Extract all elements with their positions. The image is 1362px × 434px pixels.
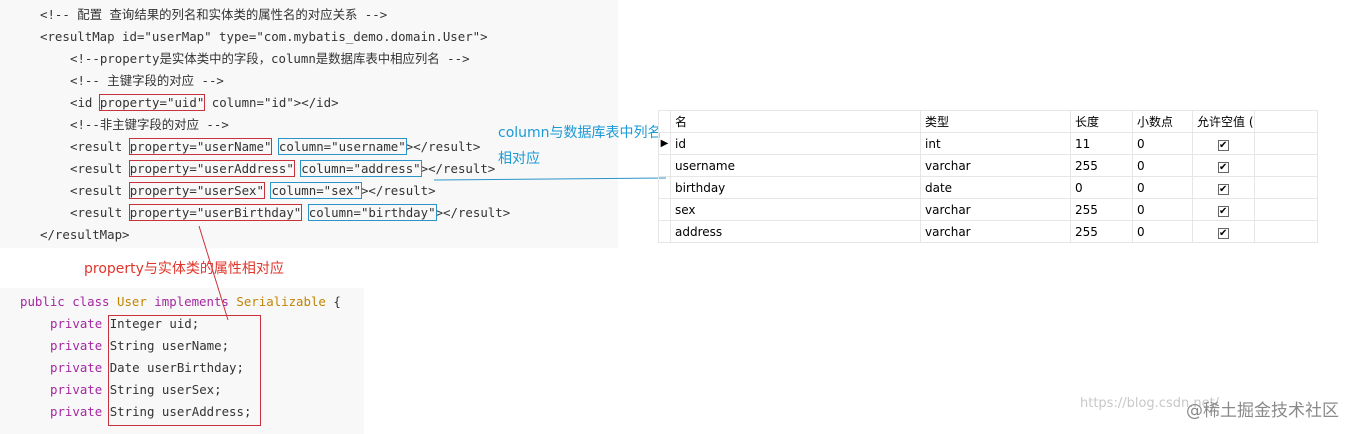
field-length-cell[interactable]: 0 — [1070, 176, 1133, 199]
column-header-nullable[interactable]: 允许空值 ( — [1192, 110, 1255, 133]
nullable-checkbox[interactable]: ✔ — [1217, 205, 1229, 217]
nullable-checkbox[interactable]: ✔ — [1217, 227, 1229, 239]
xml-id-suffix: column="id"></id> — [204, 95, 339, 110]
field-nullable-cell[interactable]: ✔ — [1192, 220, 1255, 243]
xml-result-property: property="userSex" — [128, 182, 265, 199]
filler-cell — [1254, 132, 1318, 155]
xml-result-property: property="userAddress" — [128, 160, 295, 177]
nullable-checkbox[interactable]: ✔ — [1217, 183, 1229, 195]
table-row[interactable]: birthday date 0 0 ✔ — [658, 176, 1318, 199]
column-header-name[interactable]: 名 — [670, 110, 921, 133]
field-nullable-cell[interactable]: ✔ — [1192, 132, 1255, 155]
field-nullable-cell[interactable]: ✔ — [1192, 154, 1255, 177]
column-header-type[interactable]: 类型 — [920, 110, 1071, 133]
field-decimals-cell[interactable]: 0 — [1132, 198, 1193, 221]
field-type-cell[interactable]: varchar — [920, 154, 1071, 177]
java-private-keyword: private — [50, 382, 103, 397]
xml-result-line: <result property="userName" column="user… — [70, 136, 480, 158]
field-decimals-cell[interactable]: 0 — [1132, 220, 1193, 243]
xml-result-column: column="sex" — [270, 182, 362, 199]
filler-cell — [1254, 154, 1318, 177]
java-open-brace: { — [325, 294, 341, 309]
nullable-checkbox[interactable]: ✔ — [1217, 139, 1229, 151]
field-name-cell[interactable]: id — [670, 132, 921, 155]
table-row[interactable]: address varchar 255 0 ✔ — [658, 220, 1318, 243]
java-private-keyword: private — [50, 316, 103, 331]
field-length-cell[interactable]: 255 — [1070, 154, 1133, 177]
java-implements-keyword: implements — [146, 294, 237, 309]
field-type-cell[interactable]: varchar — [920, 198, 1071, 221]
xml-id-line: <id property="uid" column="id"></id> — [70, 92, 339, 114]
filler-cell — [1254, 220, 1318, 243]
xml-comment-mapping: <!-- 配置 查询结果的列名和实体类的属性名的对应关系 --> — [40, 7, 388, 22]
nullable-checkbox[interactable]: ✔ — [1217, 161, 1229, 173]
filler-cell — [1254, 198, 1318, 221]
xml-result-prefix: <result — [70, 183, 130, 198]
xml-result-line: <result property="userBirthday" column="… — [70, 202, 510, 224]
java-private-keyword: private — [50, 338, 103, 353]
watermark-brand: @稀土掘金技术社区 — [1186, 401, 1339, 421]
column-header-length[interactable]: 长度 — [1070, 110, 1133, 133]
xml-result-suffix: ></result> — [405, 139, 481, 154]
table-row[interactable]: ▶ id int 11 0 ✔ — [658, 132, 1318, 155]
java-interface-name: Serializable — [236, 294, 326, 309]
xml-comment-primary: <!-- 主键字段的对应 --> — [70, 73, 224, 88]
field-decimals-cell[interactable]: 0 — [1132, 132, 1193, 155]
field-type-cell[interactable]: varchar — [920, 220, 1071, 243]
field-length-cell[interactable]: 255 — [1070, 198, 1133, 221]
xml-result-suffix: ></result> — [420, 161, 496, 176]
java-class-declaration: public class User implements Serializabl… — [20, 291, 341, 313]
field-nullable-cell[interactable]: ✔ — [1192, 198, 1255, 221]
xml-result-property: property="userBirthday" — [128, 204, 303, 221]
property-annotation: property与实体类的属性相对应 — [84, 261, 284, 277]
row-marker-cell — [658, 198, 671, 221]
xml-resultmap-open: <resultMap id="userMap" type="com.mybati… — [40, 29, 488, 44]
java-private-keyword: private — [50, 404, 103, 419]
xml-result-prefix: <result — [70, 161, 130, 176]
row-marker-cell — [658, 176, 671, 199]
filler-cell — [1254, 176, 1318, 199]
field-name-cell[interactable]: username — [670, 154, 921, 177]
column-annotation: column与数据库表中列名相对应 — [498, 125, 662, 167]
xml-result-column: column="username" — [277, 138, 407, 155]
xml-result-property: property="userName" — [128, 138, 273, 155]
xml-comment-property: <!--property是实体类中的字段，column是数据库表中相应列名 --… — [70, 51, 470, 66]
java-private-keyword: private — [50, 360, 103, 375]
java-fields-highlight-box — [108, 315, 261, 426]
field-decimals-cell[interactable]: 0 — [1132, 176, 1193, 199]
field-type-cell[interactable]: date — [920, 176, 1071, 199]
xml-id-property: property="uid" — [98, 94, 206, 111]
xml-result-line: <result property="userSex" column="sex">… — [70, 180, 436, 202]
field-length-cell[interactable]: 255 — [1070, 220, 1133, 243]
xml-result-prefix: <result — [70, 205, 130, 220]
table-row[interactable]: sex varchar 255 0 ✔ — [658, 198, 1318, 221]
field-nullable-cell[interactable]: ✔ — [1192, 176, 1255, 199]
xml-id-prefix: <id — [70, 95, 100, 110]
current-row-marker-icon: ▶ — [658, 132, 671, 155]
xml-result-suffix: ></result> — [435, 205, 511, 220]
field-name-cell[interactable]: birthday — [670, 176, 921, 199]
row-marker-cell — [658, 220, 671, 243]
xml-result-suffix: ></result> — [360, 183, 436, 198]
xml-result-prefix: <result — [70, 139, 130, 154]
db-table-header-row: 名 类型 长度 小数点 允许空值 ( — [658, 110, 1318, 133]
xml-result-column: column="address" — [300, 160, 422, 177]
xml-resultmap-close: </resultMap> — [40, 227, 130, 242]
xml-result-line: <result property="userAddress" column="a… — [70, 158, 495, 180]
row-marker-header — [658, 110, 671, 133]
table-row[interactable]: username varchar 255 0 ✔ — [658, 154, 1318, 177]
xml-comment-non-primary: <!--非主键字段的对应 --> — [70, 117, 229, 132]
field-length-cell[interactable]: 11 — [1070, 132, 1133, 155]
java-class-name: User — [116, 294, 147, 309]
db-table-design-grid: 名 类型 长度 小数点 允许空值 ( ▶ id int 11 0 ✔ usern… — [658, 110, 1318, 243]
field-decimals-cell[interactable]: 0 — [1132, 154, 1193, 177]
field-type-cell[interactable]: int — [920, 132, 1071, 155]
xml-result-column: column="birthday" — [307, 204, 437, 221]
column-header-decimals[interactable]: 小数点 — [1132, 110, 1193, 133]
column-header-filler — [1254, 110, 1318, 133]
field-name-cell[interactable]: address — [670, 220, 921, 243]
field-name-cell[interactable]: sex — [670, 198, 921, 221]
java-public-class-keyword: public class — [20, 294, 117, 309]
row-marker-cell — [658, 154, 671, 177]
